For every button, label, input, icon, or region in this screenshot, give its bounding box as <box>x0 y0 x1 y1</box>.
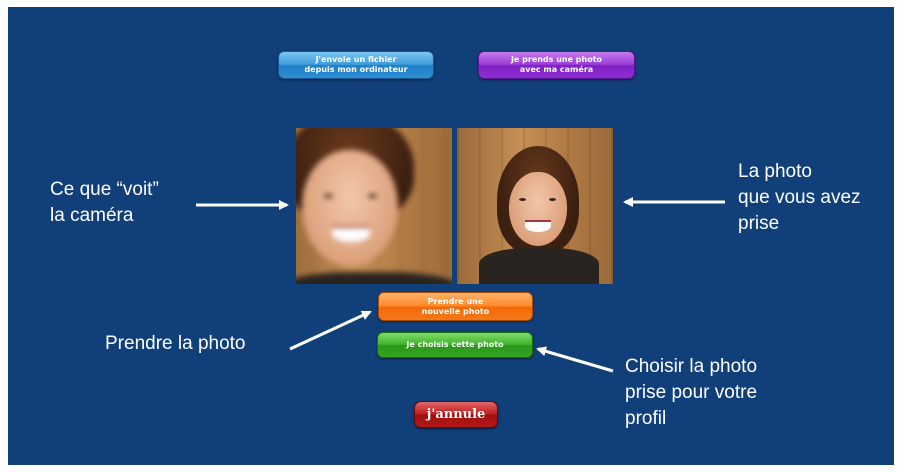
arrow-to-choose-button <box>536 346 614 373</box>
arrow-to-new-photo-button <box>289 310 372 351</box>
annotation-arrows <box>196 197 725 373</box>
camera-dialog: J'envoie un fichier depuis mon ordinateu… <box>8 7 894 465</box>
